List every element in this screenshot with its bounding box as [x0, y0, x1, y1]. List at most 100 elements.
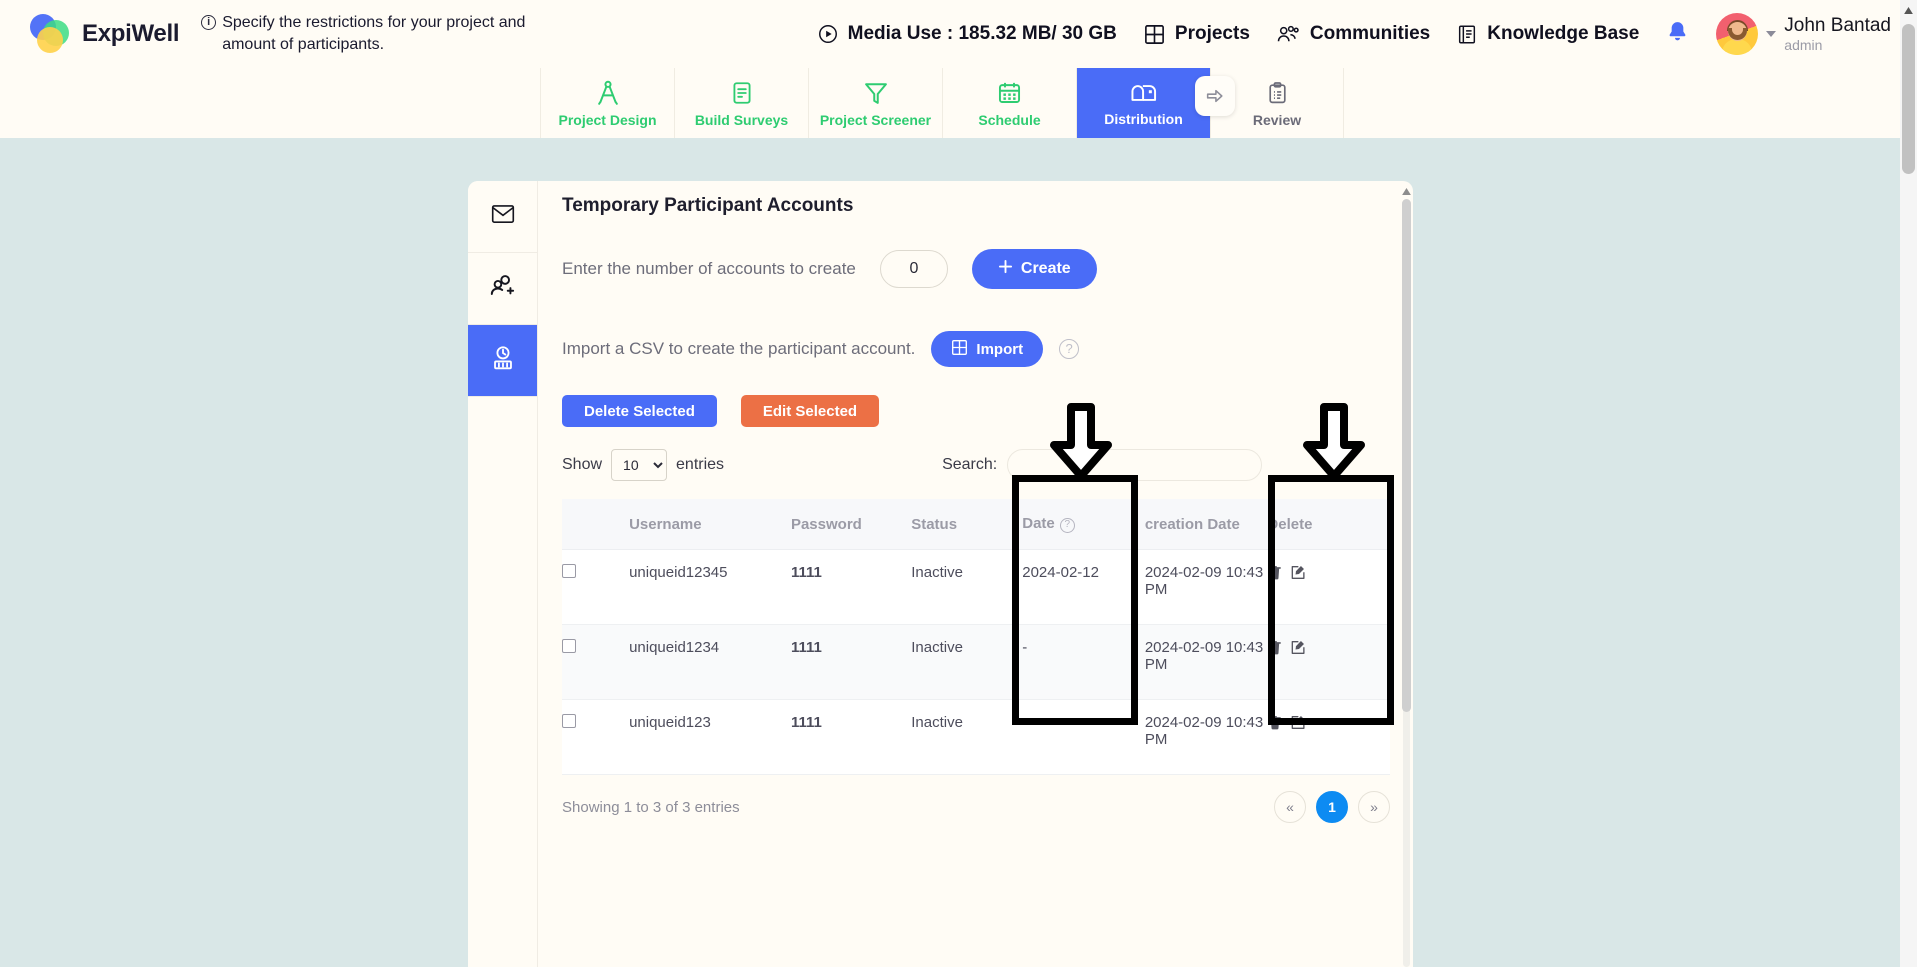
table-grid-icon [951, 339, 968, 360]
accounts-count-input[interactable] [879, 250, 948, 288]
panel-title: Temporary Participant Accounts [562, 195, 854, 216]
cell-status: Inactive [911, 624, 1023, 700]
nav-communities-label: Communities [1309, 23, 1431, 44]
edit-icon[interactable] [1290, 639, 1306, 660]
nav-knowledge-base[interactable]: Knowledge Base [1456, 23, 1639, 46]
workflow-steps-bar: Project Design Build Surveys Project Scr… [0, 68, 1917, 138]
column-creation-date[interactable]: creation Date [1144, 499, 1268, 550]
rail-item-add-participants[interactable] [468, 253, 537, 325]
step-project-screener-label: Project Screener [819, 111, 932, 128]
trash-icon[interactable] [1267, 564, 1283, 585]
page-scrollbar-thumb[interactable] [1902, 24, 1915, 174]
cell-actions [1267, 624, 1390, 700]
media-use-indicator[interactable]: Media Use : 185.32 MB/ 30 GB [817, 23, 1117, 45]
user-name: John Bantad [1784, 15, 1891, 37]
column-select-all [562, 499, 630, 550]
nav-projects[interactable]: Projects [1143, 23, 1250, 46]
add-user-icon [489, 273, 517, 304]
cell-actions [1267, 699, 1390, 775]
table-footer: Showing 1 to 3 of 3 entries « 1 » [562, 791, 1390, 823]
pagination-prev[interactable]: « [1274, 791, 1306, 823]
brand-name: ExpiWell [82, 20, 180, 47]
cell-status: Inactive [911, 549, 1023, 625]
cell-date: - [1022, 699, 1145, 775]
brand-logo[interactable]: ExpiWell [30, 14, 179, 54]
next-step-button[interactable] [1195, 76, 1235, 116]
card-side-rail [468, 181, 538, 967]
cell-username: uniqueid123 [629, 699, 791, 775]
column-delete: Delete [1267, 499, 1390, 550]
page-size-select[interactable]: 10 [611, 449, 668, 481]
edit-icon[interactable] [1290, 564, 1306, 585]
step-build-surveys[interactable]: Build Surveys [674, 68, 808, 138]
cell-password: 1111 [790, 624, 912, 700]
import-button-label: Import [976, 340, 1024, 358]
pagination: « 1 » [1274, 791, 1390, 823]
card-scrollbar[interactable] [1400, 185, 1412, 967]
cell-date: 2024-02-12 [1022, 549, 1145, 625]
cell-username: uniqueid1234 [629, 624, 791, 700]
column-status[interactable]: Status [911, 499, 1023, 550]
step-schedule[interactable]: Schedule [942, 68, 1076, 138]
table-body: uniqueid12345 1111 Inactive 2024-02-12 2… [562, 549, 1390, 775]
column-username[interactable]: Username [629, 499, 791, 550]
create-button[interactable]: Create [971, 249, 1097, 289]
card-scrollbar-thumb[interactable] [1402, 199, 1411, 712]
trash-icon[interactable] [1267, 639, 1283, 660]
nav-projects-label: Projects [1174, 23, 1250, 44]
row-checkbox[interactable] [562, 639, 576, 653]
edit-icon[interactable] [1290, 714, 1306, 735]
column-date[interactable]: Date? [1022, 499, 1145, 550]
row-checkbox[interactable] [562, 714, 576, 728]
mailbox-icon [1129, 80, 1159, 106]
step-distribution[interactable]: Distribution [1076, 68, 1235, 138]
trash-icon[interactable] [1267, 714, 1283, 735]
column-date-label: Date [1022, 515, 1055, 532]
step-project-screener[interactable]: Project Screener [808, 68, 942, 138]
cell-username: uniqueid12345 [629, 549, 791, 625]
date-help-icon[interactable]: ? [1059, 518, 1075, 533]
cell-creation-date: 2024-02-09 10:43 PM [1144, 699, 1268, 775]
row-checkbox-cell [562, 549, 630, 625]
edit-selected-button[interactable]: Edit Selected [740, 395, 880, 427]
page-scrollbar[interactable] [1900, 0, 1917, 967]
plus-icon [998, 259, 1013, 279]
arrow-right-icon [1204, 85, 1226, 107]
cell-date: - [1022, 624, 1145, 700]
rail-item-invitations[interactable] [468, 181, 537, 253]
table-header: Username Password Status Date? creation … [562, 499, 1390, 550]
pagination-page-1[interactable]: 1 [1316, 791, 1348, 823]
delete-selected-button[interactable]: Delete Selected [562, 395, 717, 427]
table-row: uniqueid1234 1111 Inactive - 2024-02-09 … [562, 624, 1390, 700]
info-icon: i [201, 14, 217, 30]
step-schedule-label: Schedule [978, 111, 1041, 128]
cell-creation-date: 2024-02-09 10:43 PM [1144, 549, 1268, 625]
page-hint: i Specify the restrictions for your proj… [201, 12, 531, 56]
header-nav: Media Use : 185.32 MB/ 30 GB Projects Co… [817, 13, 1917, 55]
import-csv-label: Import a CSV to create the participant a… [562, 339, 916, 358]
bell-icon[interactable] [1665, 19, 1690, 50]
cell-password: 1111 [790, 549, 912, 625]
pagination-next[interactable]: » [1358, 791, 1390, 823]
column-password[interactable]: Password [790, 499, 912, 550]
import-button[interactable]: Import [931, 331, 1044, 367]
card-body: Temporary Participant Accounts Enter the… [538, 181, 1413, 967]
media-play-icon [817, 23, 839, 45]
step-project-design-label: Project Design [558, 111, 657, 128]
search-input[interactable] [1007, 449, 1263, 481]
expiwell-logo-icon [30, 14, 76, 54]
funnel-icon [862, 79, 890, 107]
user-menu[interactable]: John Bantad admin [1716, 13, 1891, 55]
import-help-icon[interactable]: ? [1059, 339, 1080, 359]
nav-communities[interactable]: Communities [1276, 23, 1430, 46]
table-header-row: Username Password Status Date? creation … [562, 499, 1390, 550]
scrollbar-up-arrow-icon[interactable] [1401, 185, 1412, 197]
step-project-design[interactable]: Project Design [540, 68, 674, 138]
cell-actions [1267, 549, 1390, 625]
row-checkbox[interactable] [562, 564, 576, 578]
page-content: Temporary Participant Accounts Enter the… [0, 138, 1917, 967]
cell-creation-date: 2024-02-09 10:43 PM [1144, 624, 1268, 700]
entries-label: entries [676, 456, 725, 473]
scrollbar-up-arrow-icon[interactable] [1900, 2, 1917, 19]
rail-item-temporary-accounts[interactable] [468, 325, 537, 397]
